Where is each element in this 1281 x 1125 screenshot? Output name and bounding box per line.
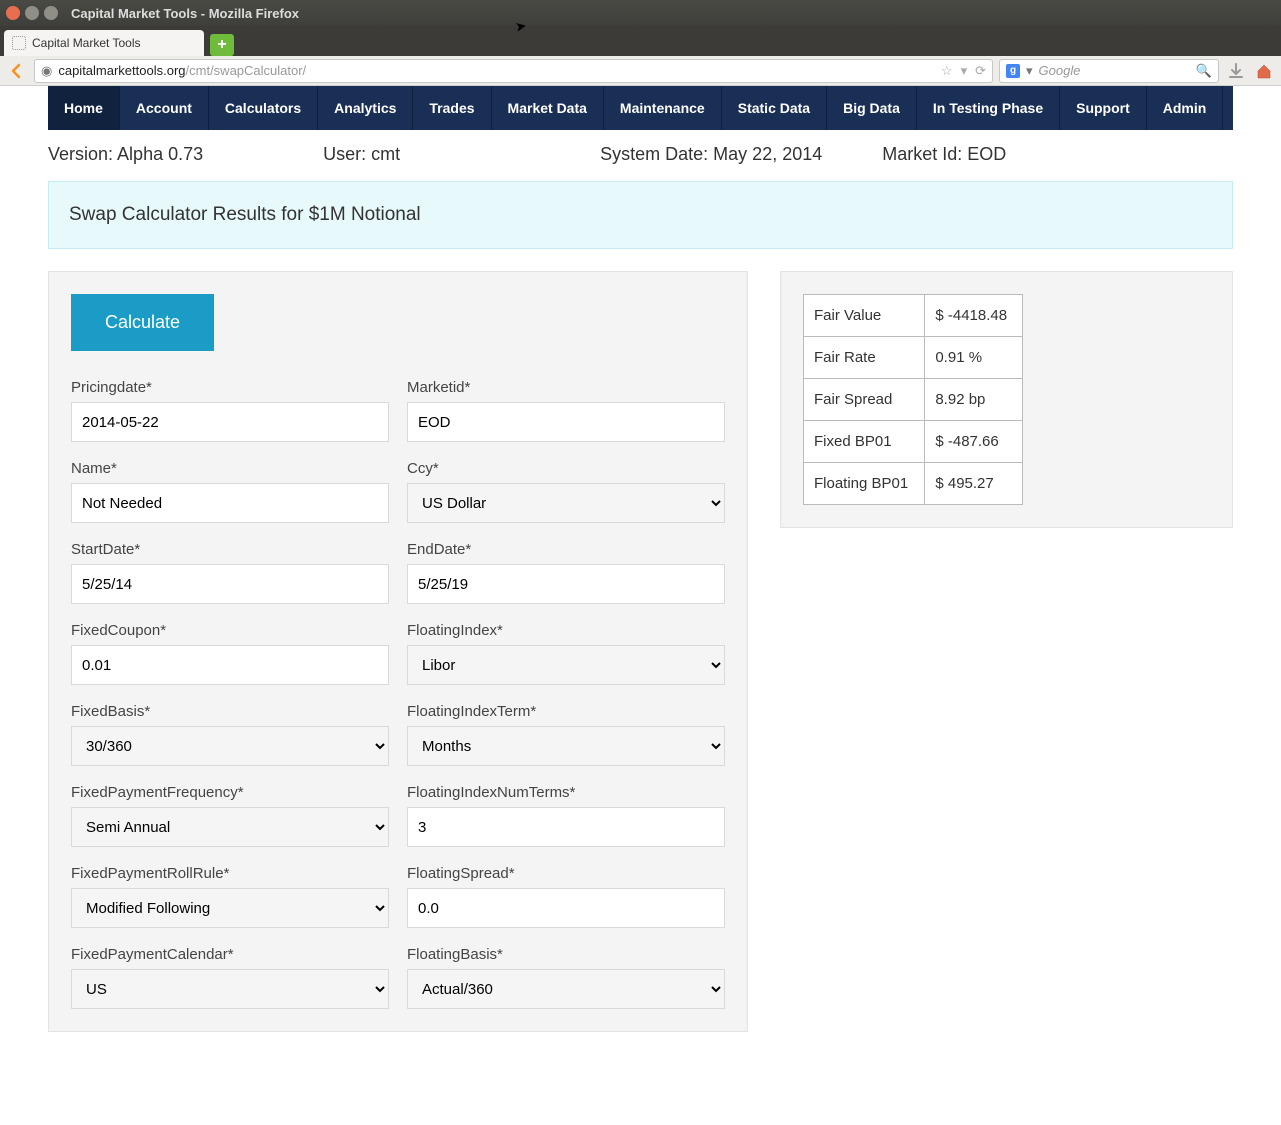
browser-tab[interactable]: Capital Market Tools <box>4 30 204 56</box>
search-box[interactable]: g ▾ Google 🔍 <box>999 59 1219 83</box>
ccy-select[interactable]: US Dollar <box>407 483 725 523</box>
enddate-label: EndDate* <box>407 541 725 558</box>
browser-tabstrip: Capital Market Tools + <box>0 26 1281 56</box>
back-button[interactable] <box>6 60 28 82</box>
results-table: Fair Value$ -4418.48 Fair Rate0.91 % Fai… <box>803 294 1023 505</box>
name-input[interactable] <box>71 483 389 523</box>
name-label: Name* <box>71 460 389 477</box>
fixedcoupon-input[interactable] <box>71 645 389 685</box>
floatingspread-label: FloatingSpread* <box>407 865 725 882</box>
floatingindexnumterms-label: FloatingIndexNumTerms* <box>407 784 725 801</box>
enddate-input[interactable] <box>407 564 725 604</box>
reload-icon[interactable]: ⟳ <box>975 63 986 79</box>
floatingbasis-label: FloatingBasis* <box>407 946 725 963</box>
nav-analytics[interactable]: Analytics <box>318 86 413 130</box>
nav-account[interactable]: Account <box>120 86 209 130</box>
fixedpaymentrollrule-label: FixedPaymentRollRule* <box>71 865 389 882</box>
window-title: Capital Market Tools - Mozilla Firefox <box>71 6 299 21</box>
results-row: Fair Spread8.92 bp <box>804 379 1023 421</box>
google-icon: g <box>1006 64 1020 78</box>
result-banner: Swap Calculator Results for $1M Notional <box>48 181 1233 249</box>
floatingindexnumterms-input[interactable] <box>407 807 725 847</box>
nav-market-data[interactable]: Market Data <box>492 86 604 130</box>
home-icon[interactable] <box>1253 60 1275 82</box>
status-line: Version: Alpha 0.73 User: cmt System Dat… <box>48 144 1233 165</box>
result-value: 8.92 bp <box>925 379 1023 421</box>
fixedpaymentcalendar-select[interactable]: US <box>71 969 389 1009</box>
ccy-label: Ccy* <box>407 460 725 477</box>
nav-home[interactable]: Home <box>48 86 120 130</box>
arrow-left-icon <box>8 62 26 80</box>
calculate-button[interactable]: Calculate <box>71 294 214 351</box>
marketid-label: Marketid* <box>407 379 725 396</box>
new-tab-button[interactable]: + <box>210 34 234 56</box>
floatingindexterm-label: FloatingIndexTerm* <box>407 703 725 720</box>
result-label: Fair Rate <box>804 337 925 379</box>
pricingdate-label: Pricingdate* <box>71 379 389 396</box>
user-text: User: cmt <box>323 144 400 165</box>
nav-static-data[interactable]: Static Data <box>722 86 827 130</box>
window-close-icon[interactable] <box>6 6 20 20</box>
page-favicon-icon <box>12 36 26 50</box>
window-titlebar: Capital Market Tools - Mozilla Firefox <box>0 0 1281 26</box>
results-row: Fair Rate0.91 % <box>804 337 1023 379</box>
floatingindexterm-select[interactable]: Months <box>407 726 725 766</box>
results-row: Floating BP01$ 495.27 <box>804 463 1023 505</box>
fixedbasis-label: FixedBasis* <box>71 703 389 720</box>
main-nav: Home Account Calculators Analytics Trade… <box>48 86 1233 130</box>
floatingindex-select[interactable]: Libor <box>407 645 725 685</box>
result-value: 0.91 % <box>925 337 1023 379</box>
nav-in-testing-phase[interactable]: In Testing Phase <box>917 86 1060 130</box>
fixedpaymentrollrule-select[interactable]: Modified Following <box>71 888 389 928</box>
version-text: Version: Alpha 0.73 <box>48 144 203 165</box>
fixedpaymentcalendar-label: FixedPaymentCalendar* <box>71 946 389 963</box>
result-value: $ 495.27 <box>925 463 1023 505</box>
startdate-label: StartDate* <box>71 541 389 558</box>
floatingindex-label: FloatingIndex* <box>407 622 725 639</box>
result-label: Fair Spread <box>804 379 925 421</box>
downloads-icon[interactable] <box>1225 60 1247 82</box>
window-maximize-icon[interactable] <box>44 6 58 20</box>
window-minimize-icon[interactable] <box>25 6 39 20</box>
result-value: $ -4418.48 <box>925 295 1023 337</box>
results-panel: Fair Value$ -4418.48 Fair Rate0.91 % Fai… <box>780 271 1233 528</box>
nav-trades[interactable]: Trades <box>413 86 491 130</box>
result-label: Fair Value <box>804 295 925 337</box>
search-placeholder: Google <box>1039 63 1081 78</box>
search-icon[interactable]: 🔍 <box>1196 63 1212 79</box>
system-date-text: System Date: May 22, 2014 <box>600 144 822 165</box>
nav-big-data[interactable]: Big Data <box>827 86 917 130</box>
fixedpaymentfrequency-select[interactable]: Semi Annual <box>71 807 389 847</box>
startdate-input[interactable] <box>71 564 389 604</box>
bookmark-star-icon[interactable]: ☆ <box>941 63 953 79</box>
fixedbasis-select[interactable]: 30/360 <box>71 726 389 766</box>
nav-admin[interactable]: Admin <box>1147 86 1224 130</box>
fixedpaymentfrequency-label: FixedPaymentFrequency* <box>71 784 389 801</box>
fixedcoupon-label: FixedCoupon* <box>71 622 389 639</box>
tab-title: Capital Market Tools <box>32 36 141 50</box>
browser-toolbar: ◉ capitalmarkettools.org/cmt/swapCalcula… <box>0 56 1281 86</box>
nav-calculators[interactable]: Calculators <box>209 86 318 130</box>
globe-icon: ◉ <box>41 63 52 79</box>
floatingbasis-select[interactable]: Actual/360 <box>407 969 725 1009</box>
nav-maintenance[interactable]: Maintenance <box>604 86 722 130</box>
results-row: Fixed BP01$ -487.66 <box>804 421 1023 463</box>
search-dropdown-icon[interactable]: ▾ <box>1026 63 1033 79</box>
market-id-text: Market Id: EOD <box>882 144 1006 165</box>
url-text: capitalmarkettools.org/cmt/swapCalculato… <box>58 63 935 78</box>
pricingdate-input[interactable] <box>71 402 389 442</box>
result-label: Fixed BP01 <box>804 421 925 463</box>
address-bar[interactable]: ◉ capitalmarkettools.org/cmt/swapCalcula… <box>34 59 993 83</box>
result-label: Floating BP01 <box>804 463 925 505</box>
marketid-input[interactable] <box>407 402 725 442</box>
floatingspread-input[interactable] <box>407 888 725 928</box>
nav-support[interactable]: Support <box>1060 86 1147 130</box>
dropdown-icon[interactable]: ▾ <box>961 63 968 79</box>
results-row: Fair Value$ -4418.48 <box>804 295 1023 337</box>
form-panel: Calculate Pricingdate* Marketid* Name* C… <box>48 271 748 1032</box>
result-value: $ -487.66 <box>925 421 1023 463</box>
